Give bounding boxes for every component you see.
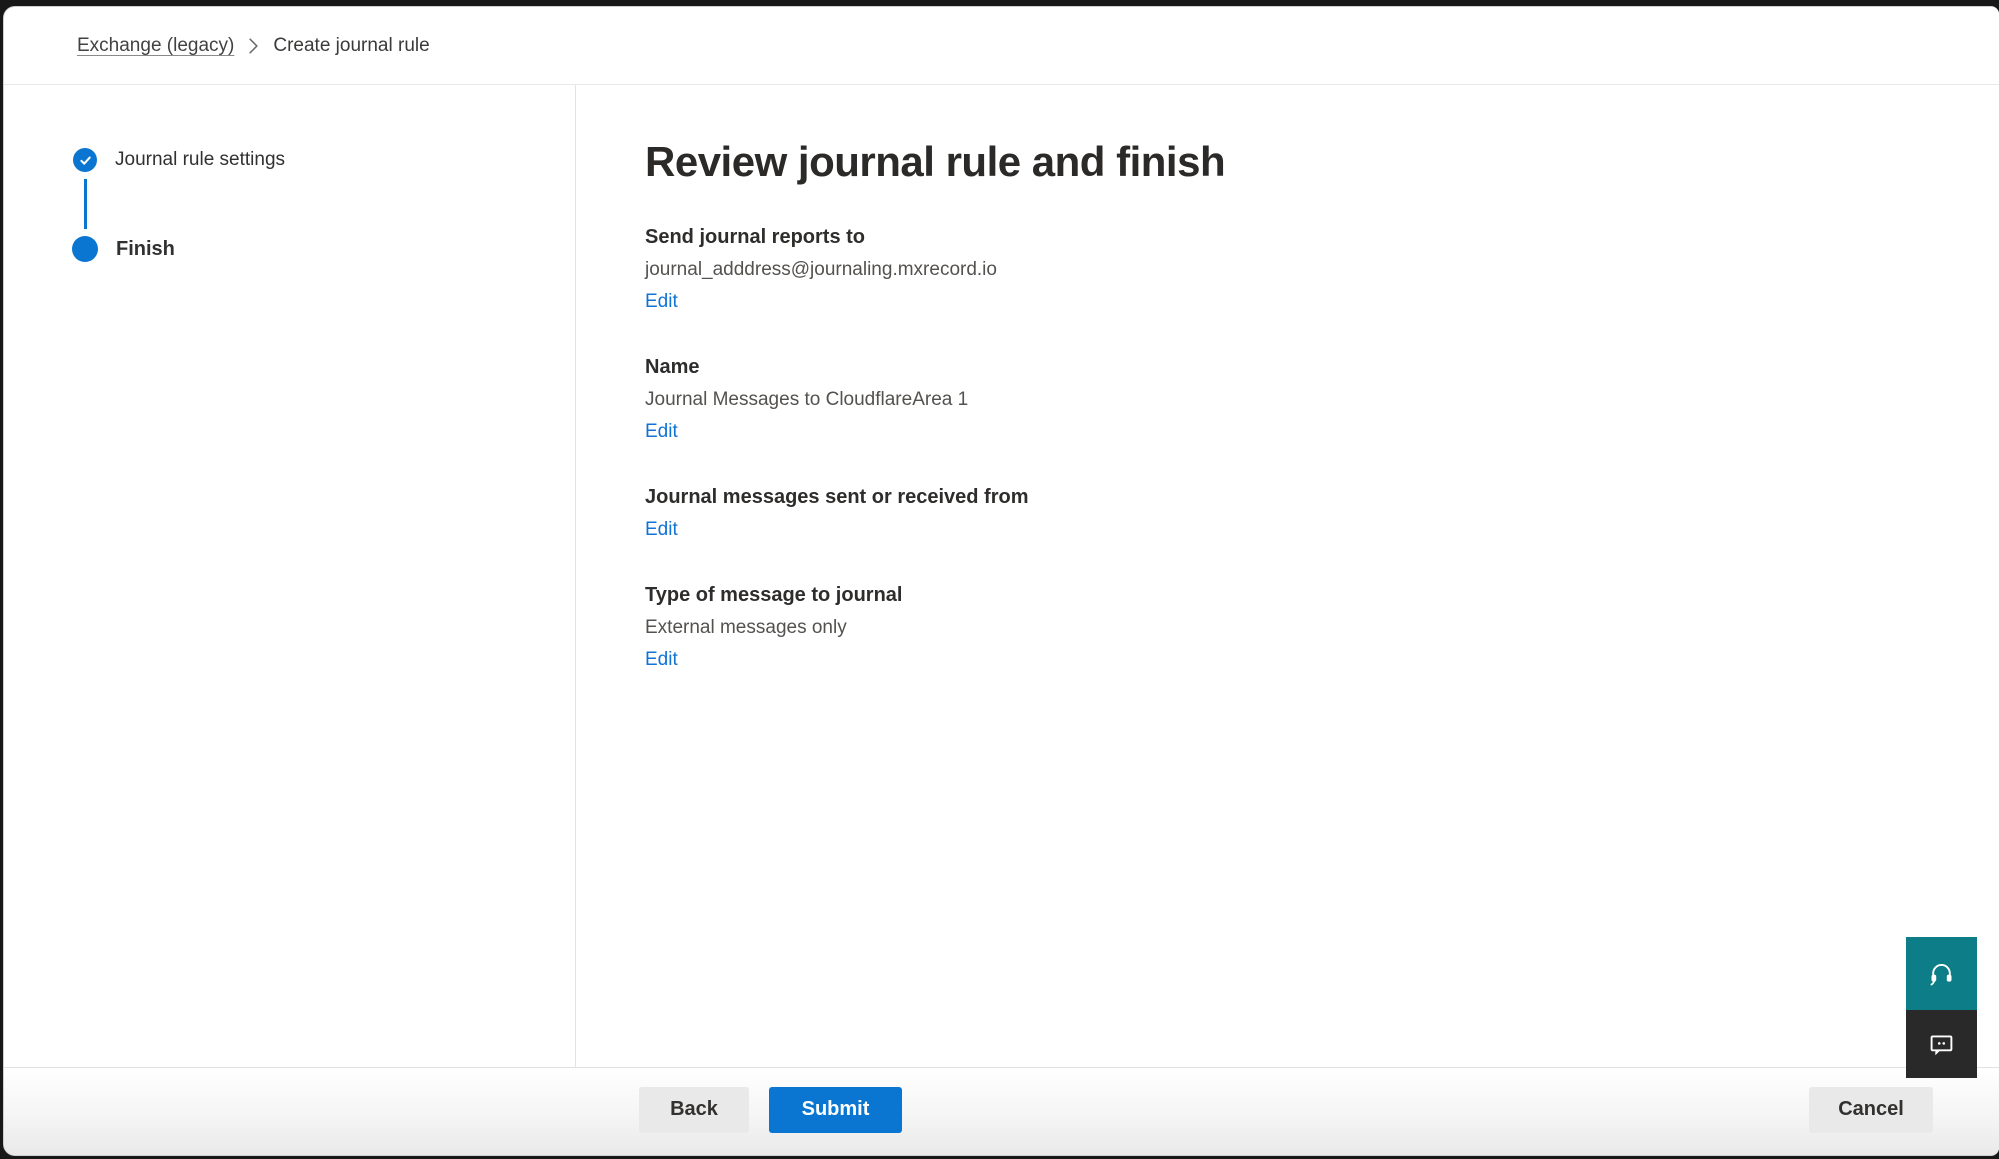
section-label: Journal messages sent or received from: [645, 486, 1959, 509]
section-send-journal-reports-to: Send journal reports to journal_adddress…: [645, 226, 1959, 313]
step-label-journal-rule-settings: Journal rule settings: [115, 149, 285, 171]
wizard-steps-sidebar: Journal rule settings Finish: [4, 85, 576, 1067]
headset-icon: [1928, 960, 1955, 987]
breadcrumb: Exchange (legacy) Create journal rule: [4, 7, 1999, 85]
back-button[interactable]: Back: [639, 1087, 749, 1133]
section-label: Name: [645, 356, 1959, 379]
page-title: Review journal rule and finish: [645, 138, 1959, 186]
step-connector-line: [84, 179, 87, 229]
cancel-button[interactable]: Cancel: [1809, 1087, 1933, 1133]
feedback-button[interactable]: [1906, 1010, 1977, 1078]
section-name: Name Journal Messages to CloudflareArea …: [645, 356, 1959, 443]
edit-name-link[interactable]: Edit: [645, 421, 678, 443]
section-journal-messages-sent-or-received-from: Journal messages sent or received from E…: [645, 486, 1959, 541]
edit-message-type-link[interactable]: Edit: [645, 649, 678, 671]
edit-send-journal-reports-link[interactable]: Edit: [645, 291, 678, 313]
submit-button[interactable]: Submit: [769, 1087, 902, 1133]
section-label: Type of message to journal: [645, 584, 1959, 607]
app-window: Exchange (legacy) Create journal rule Jo…: [3, 6, 1999, 1156]
journal-report-address-value: journal_adddress@journaling.mxrecord.io: [645, 259, 1959, 281]
breadcrumb-create-journal-rule: Create journal rule: [273, 35, 429, 57]
chat-bubble-icon: [1928, 1031, 1955, 1058]
edit-journal-scope-link[interactable]: Edit: [645, 519, 678, 541]
floating-side-buttons: [1906, 937, 1977, 1078]
chevron-right-icon: [249, 38, 258, 54]
help-button[interactable]: [1906, 937, 1977, 1010]
footer-action-bar: Back Submit Cancel: [4, 1067, 1999, 1155]
rule-name-value: Journal Messages to CloudflareArea 1: [645, 389, 1959, 411]
step-label-finish: Finish: [116, 238, 175, 261]
step-completed-check-icon: [73, 148, 97, 172]
wizard-step-journal-rule-settings[interactable]: Journal rule settings: [73, 148, 575, 172]
step-current-dot-icon: [72, 236, 98, 262]
section-type-of-message-to-journal: Type of message to journal External mess…: [645, 584, 1959, 671]
review-pane: Review journal rule and finish Send jour…: [576, 85, 1999, 1067]
section-label: Send journal reports to: [645, 226, 1959, 249]
wizard-content: Journal rule settings Finish Review jour…: [4, 85, 1999, 1067]
wizard-step-finish[interactable]: Finish: [73, 236, 575, 262]
breadcrumb-exchange-legacy[interactable]: Exchange (legacy): [77, 35, 234, 57]
message-type-value: External messages only: [645, 617, 1959, 639]
